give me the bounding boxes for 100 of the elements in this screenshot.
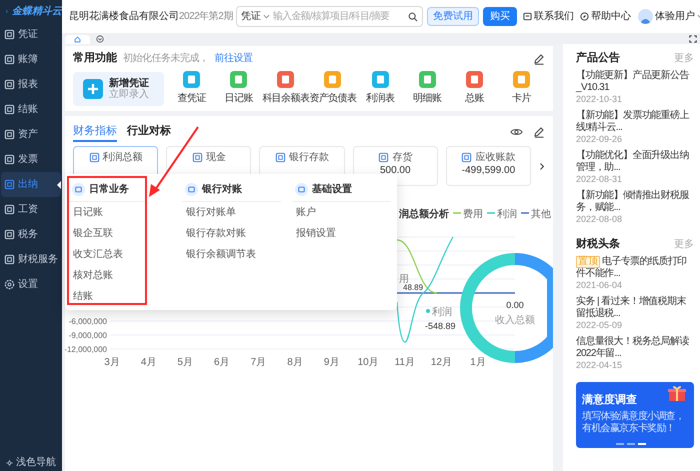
sidebar-item[interactable]: 凭证: [1, 22, 61, 47]
point-label: 用: [399, 274, 409, 285]
shortcut-item[interactable]: 总账: [450, 71, 498, 106]
search-icon[interactable]: [408, 12, 418, 22]
avatar-icon: [638, 9, 653, 24]
metric-value: -499,599.00: [462, 165, 516, 177]
menu-item[interactable]: 收支汇总表: [69, 244, 145, 265]
company-name: 昆明花满楼食品有限公司: [69, 10, 179, 24]
announcement-link[interactable]: 【新功能】倾情推出财税服务，赋能...: [576, 190, 694, 214]
sidebar-item[interactable]: 发票: [1, 147, 61, 172]
sidebar-item[interactable]: 资产: [1, 122, 61, 147]
scope-select[interactable]: 凭证: [241, 9, 270, 24]
banner-title: 满意度调查: [582, 393, 637, 407]
shortcut-item[interactable]: 明细账: [404, 71, 451, 106]
news-link[interactable]: 置顶 电子专票的纸质打印件不能作...: [576, 256, 694, 280]
compass-icon: [580, 12, 589, 21]
menu-item[interactable]: 账户: [292, 202, 391, 223]
calendar-icon: [295, 183, 308, 196]
settings-link[interactable]: 前往设置: [214, 51, 252, 66]
document-icon: [4, 79, 15, 90]
point-dot: [426, 309, 430, 313]
shortcut-item[interactable]: 卡片: [498, 71, 545, 106]
gift-icon: [666, 385, 688, 401]
metric-card[interactable]: 应收账款 -499,599.00: [446, 146, 532, 186]
gear-icon: [4, 279, 15, 290]
chevron-right-icon[interactable]: [539, 162, 545, 170]
date-text: 2021-06-04: [576, 280, 624, 291]
sidebar-item[interactable]: 账簿: [1, 47, 61, 72]
survey-banner[interactable]: 满意度调查 填写体验满意度小调查， 有机会赢京东卡奖励！: [576, 382, 694, 448]
date-text: 2022-05-09: [576, 320, 624, 331]
indicator-tab[interactable]: 行业对标: [127, 122, 171, 142]
legend-item[interactable]: 其他: [521, 209, 551, 220]
document-icon: [461, 152, 472, 163]
news-link[interactable]: 信息量很大！税务总局解读2022年留...: [576, 336, 694, 360]
home-tab[interactable]: [65, 35, 90, 44]
menu-item[interactable]: 银企互联: [69, 223, 145, 244]
point-label: 利润: [432, 307, 452, 318]
axis-label: 6月: [214, 357, 230, 368]
eye-icon[interactable]: [510, 127, 523, 137]
axis-label: -6,000,000: [68, 317, 107, 326]
shortcut-item[interactable]: 日记账: [215, 71, 262, 106]
sidebar-item[interactable]: 报表: [1, 72, 61, 97]
menu-item[interactable]: 银行存款对账: [182, 223, 281, 244]
axis-label: 9月: [324, 357, 340, 368]
metric-label: 银行存款: [289, 151, 330, 165]
announcement-link[interactable]: 【功能优化】全面升级出纳管理，助...: [576, 150, 694, 174]
sidebar-item[interactable]: 工资: [1, 197, 61, 222]
plus-icon: [83, 78, 103, 98]
metric-label: 应收账款: [475, 150, 516, 165]
axis-label: 8月: [287, 357, 303, 368]
axis-label: 7月: [250, 357, 266, 368]
date-text: 2022-08-08: [576, 214, 624, 225]
shortcut-item[interactable]: 资产负债表: [309, 71, 356, 106]
fullscreen-icon[interactable]: [689, 35, 697, 43]
document-icon: [4, 154, 15, 165]
shortcut-item[interactable]: 查凭证: [168, 71, 216, 106]
buy-button[interactable]: 购买: [483, 7, 517, 26]
legend-item[interactable]: 利润: [487, 209, 517, 220]
shortcut-item[interactable]: 科目余额表: [262, 71, 310, 106]
point-label: 48.89: [403, 283, 424, 292]
announcement-link[interactable]: 【功能更新】产品更新公告_V10.31: [576, 70, 694, 94]
axis-label: -12,000,000: [65, 345, 107, 354]
edit-icon[interactable]: [533, 126, 545, 138]
sidebar-item[interactable]: 设置: [1, 272, 61, 297]
edit-icon[interactable]: [533, 52, 545, 64]
logo-text: 金蝶精斗云: [12, 4, 62, 18]
menu-item[interactable]: 核对总账: [69, 265, 145, 286]
period-label: 2022年第2期: [179, 10, 233, 24]
sidebar-item[interactable]: 结账: [1, 97, 61, 122]
announcement-link[interactable]: 【新功能】发票功能重磅上线!精斗云...: [576, 110, 694, 134]
document-icon: [4, 229, 15, 240]
document-icon: [4, 29, 15, 40]
pinned-tag: 置顶: [576, 256, 600, 268]
trial-button[interactable]: 免费试用: [427, 7, 479, 26]
menu-item[interactable]: 银行对账单: [182, 202, 281, 223]
sidebar-item[interactable]: 财税服务: [1, 247, 61, 272]
document-icon: [4, 179, 15, 190]
menu-item[interactable]: 结账: [69, 286, 145, 307]
indicator-tab[interactable]: 财务指标: [73, 122, 117, 142]
metric-label: 存货: [392, 151, 412, 165]
new-voucher-card[interactable]: 新增凭证 立即录入: [73, 72, 164, 106]
date-text: 2022-04-15: [576, 360, 624, 371]
banner-text: 填写体验满意度小调查，: [582, 411, 686, 422]
theme-toggle[interactable]: 浅色导航: [0, 455, 62, 470]
header-link[interactable]: 联系我们: [523, 9, 574, 24]
chart-title: 润总额分析: [399, 209, 449, 220]
sun-icon: [6, 458, 13, 466]
search-field[interactable]: 凭证 输入金额/核算项目/科目/摘要: [236, 6, 423, 27]
news-link[interactable]: 实务 | 看过来！增值税期末留抵退税...: [576, 296, 694, 320]
sidebar-item[interactable]: 税务: [1, 222, 61, 247]
axis-label: 3月: [104, 357, 120, 368]
menu-item[interactable]: 报销设置: [292, 223, 391, 244]
tab-menu-icon[interactable]: [96, 35, 104, 43]
user-menu[interactable]: 体验用户: [638, 9, 700, 24]
menu-item[interactable]: 日记账: [69, 202, 145, 223]
legend-item[interactable]: 费用: [453, 209, 483, 220]
header-link[interactable]: 帮助中心: [580, 9, 631, 24]
shortcut-item[interactable]: 利润表: [356, 71, 404, 106]
document-icon: [378, 152, 390, 163]
menu-item[interactable]: 银行余额调节表: [182, 244, 281, 265]
